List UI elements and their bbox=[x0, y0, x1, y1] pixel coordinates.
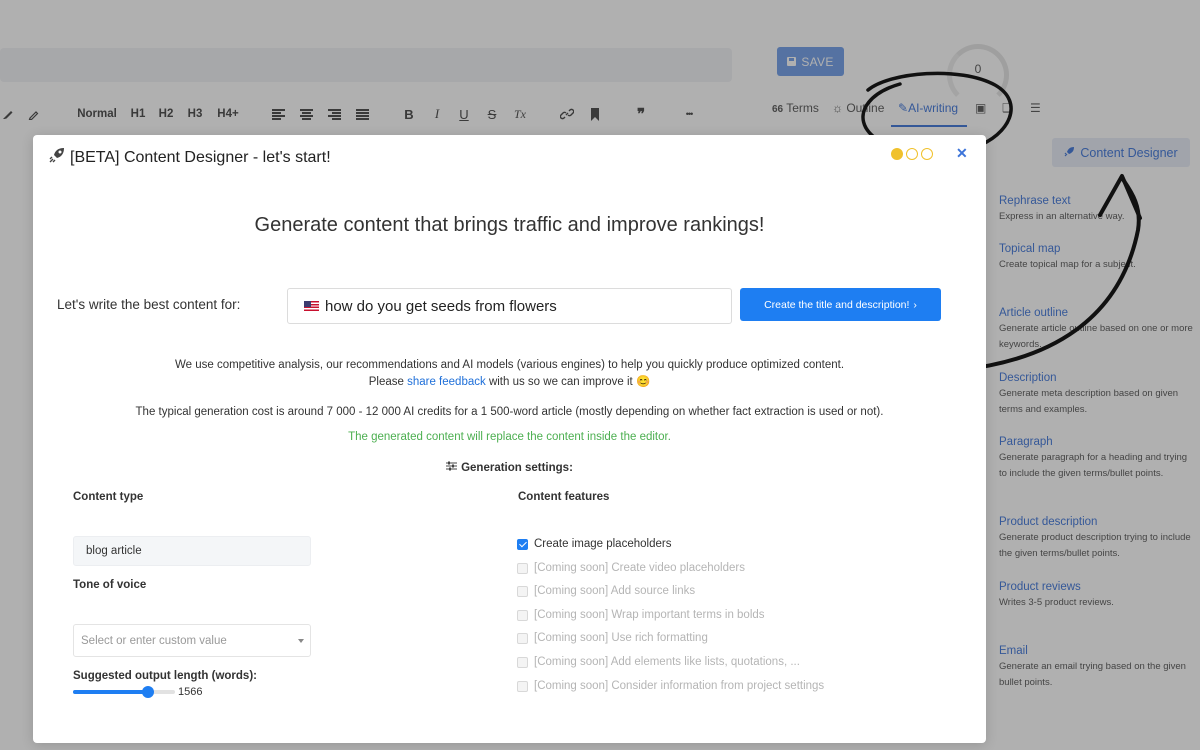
cost-text: The typical generation cost is around 7 … bbox=[135, 406, 884, 418]
modal-header: [BETA] Content Designer - let's start! bbox=[49, 147, 331, 168]
sliders-icon bbox=[446, 461, 458, 474]
output-length-slider[interactable] bbox=[73, 686, 175, 698]
modal-title: [BETA] Content Designer - let's start! bbox=[70, 148, 331, 166]
tone-of-voice-label: Tone of voice bbox=[73, 579, 147, 591]
feature-lists-quotations: [Coming soon] Add elements like lists, q… bbox=[517, 656, 800, 668]
info-text: We use competitive analysis, our recomme… bbox=[33, 357, 986, 391]
rocket-icon bbox=[49, 147, 65, 168]
us-flag-icon bbox=[304, 301, 319, 311]
step-dot-3 bbox=[921, 148, 933, 160]
topic-value: how do you get seeds from flowers bbox=[325, 297, 557, 315]
chevron-right-icon: › bbox=[913, 298, 917, 311]
checkbox bbox=[517, 632, 528, 644]
replace-warning: The generated content will replace the c… bbox=[348, 431, 671, 443]
content-type-label: Content type bbox=[73, 491, 144, 503]
chevron-down-icon bbox=[298, 639, 304, 643]
content-type-input[interactable]: blog article bbox=[73, 536, 311, 566]
content-features-label: Content features bbox=[518, 491, 610, 503]
create-title-description-button[interactable]: Create the title and description! › bbox=[740, 288, 941, 321]
share-feedback-link[interactable]: share feedback bbox=[407, 376, 486, 388]
checkbox[interactable] bbox=[517, 538, 528, 550]
output-length-value: 1566 bbox=[178, 686, 203, 698]
checkbox bbox=[517, 609, 528, 621]
create-button-label: Create the title and description! bbox=[764, 298, 910, 311]
feature-project-settings: [Coming soon] Consider information from … bbox=[517, 680, 824, 692]
step-indicator bbox=[891, 148, 933, 160]
feature-video-placeholders: [Coming soon] Create video placeholders bbox=[517, 562, 745, 574]
checkbox bbox=[517, 656, 528, 668]
step-dot-1 bbox=[891, 148, 903, 160]
slider-fill bbox=[73, 690, 149, 694]
close-icon[interactable]: ✕ bbox=[956, 145, 968, 162]
prompt-label: Let's write the best content for: bbox=[57, 297, 241, 312]
output-length-label: Suggested output length (words): bbox=[73, 670, 257, 682]
checkbox bbox=[517, 680, 528, 692]
info-line-2: Please share feedback with us so we can … bbox=[368, 376, 651, 388]
feature-source-links: [Coming soon] Add source links bbox=[517, 585, 695, 597]
tone-placeholder: Select or enter custom value bbox=[81, 634, 227, 647]
modal-headline: Generate content that brings traffic and… bbox=[254, 214, 765, 236]
checkbox bbox=[517, 585, 528, 597]
feature-wrap-bolds: [Coming soon] Wrap important terms in bo… bbox=[517, 609, 765, 621]
generation-settings-heading: Generation settings: bbox=[33, 461, 986, 474]
step-dot-2 bbox=[906, 148, 918, 160]
content-designer-modal: [BETA] Content Designer - let's start! ✕… bbox=[33, 135, 986, 743]
tone-of-voice-select[interactable]: Select or enter custom value bbox=[73, 624, 311, 657]
topic-input[interactable]: how do you get seeds from flowers bbox=[287, 288, 732, 324]
feature-rich-formatting: [Coming soon] Use rich formatting bbox=[517, 632, 708, 644]
checkbox bbox=[517, 562, 528, 574]
content-type-value: blog article bbox=[86, 545, 142, 557]
info-line-1: We use competitive analysis, our recomme… bbox=[174, 359, 845, 371]
feature-image-placeholders[interactable]: Create image placeholders bbox=[517, 538, 671, 550]
slider-thumb[interactable] bbox=[142, 686, 155, 698]
